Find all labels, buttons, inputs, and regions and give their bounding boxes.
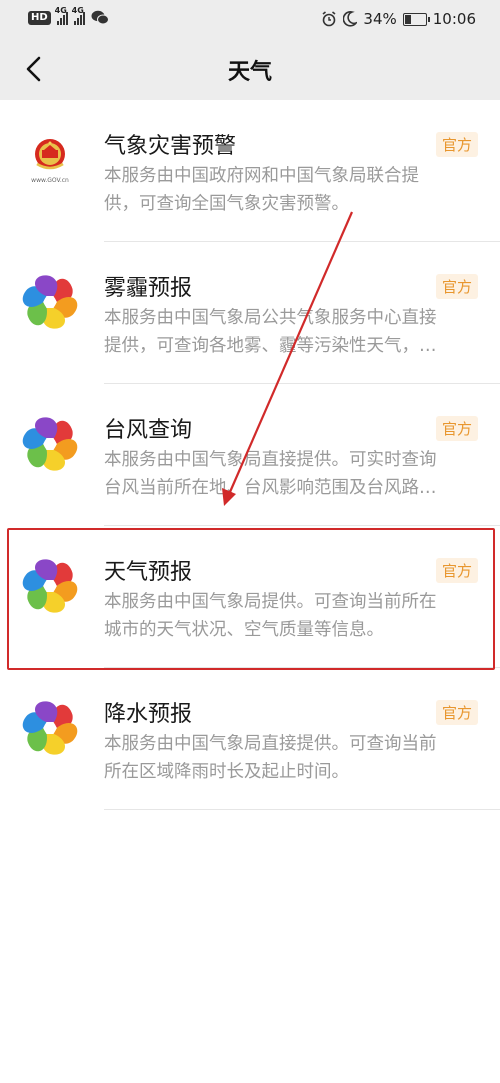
clock: 10:06	[432, 10, 476, 28]
description-line: 所在区域降雨时长及起止时间。	[104, 762, 349, 782]
gov-logo-text: www.GOV.cn	[31, 177, 69, 184]
official-badge: 官方	[435, 274, 478, 299]
description-line: 本服务由中国政府网和中国气象局联合提	[104, 166, 419, 186]
alarm-icon	[322, 11, 336, 27]
pinwheel-center	[44, 722, 56, 734]
description-line: 本服务由中国气象局直接提供。可实时查询	[104, 450, 437, 470]
moon-icon	[343, 11, 358, 27]
battery-icon	[402, 12, 430, 26]
page-title: 天气	[227, 60, 272, 85]
service-title: 雾霾预报	[104, 276, 193, 301]
service-title: 气象灾害预警	[104, 134, 237, 159]
weather-pinwheel-icon	[22, 417, 78, 471]
description-line: 本服务由中国气象局直接提供。可查询当前	[104, 734, 437, 754]
divider	[104, 809, 500, 810]
service-title: 台风查询	[104, 418, 193, 443]
official-badge: 官方	[435, 132, 478, 157]
hd-badge: HD	[28, 10, 51, 25]
service-item-disaster-warning[interactable]: www.GOV.cn 气象灾害预警 官方 本服务由中国政府网和中国气象局联合提 …	[0, 100, 500, 242]
pinwheel-center	[44, 438, 56, 450]
official-badge: 官方	[435, 416, 478, 441]
signal-icon: 4G	[55, 6, 68, 25]
description-line: 台风当前所在地、台风影响范围及台风路…	[104, 478, 437, 498]
wechat-icon	[91, 10, 109, 25]
official-badge: 官方	[435, 700, 478, 725]
service-item-precipitation-forecast[interactable]: 降水预报 官方 本服务由中国气象局直接提供。可查询当前 所在区域降雨时长及起止时…	[0, 668, 500, 810]
service-description: 本服务由中国气象局公共气象服务中心直接 提供，可查询各地雾、霾等污染性天气，…	[104, 304, 482, 360]
service-item-typhoon-query[interactable]: 台风查询 官方 本服务由中国气象局直接提供。可实时查询 台风当前所在地、台风影响…	[0, 384, 500, 526]
gov-emblem-icon: www.GOV.cn	[31, 139, 69, 184]
description-line: 供，可查询全国气象灾害预警。	[104, 194, 349, 214]
weather-pinwheel-icon	[22, 701, 78, 755]
signal-icon: 4G	[72, 6, 85, 25]
highlight-box	[7, 528, 495, 670]
pinwheel-center	[44, 296, 56, 308]
description-line: 提供，可查询各地雾、霾等污染性天气，…	[104, 336, 437, 356]
network-label: 4G	[71, 5, 84, 15]
description-line: 本服务由中国气象局公共气象服务中心直接	[104, 308, 437, 328]
service-description: 本服务由中国政府网和中国气象局联合提 供，可查询全国气象灾害预警。	[104, 162, 482, 218]
weather-pinwheel-icon	[22, 275, 78, 329]
service-description: 本服务由中国气象局直接提供。可查询当前 所在区域降雨时长及起止时间。	[104, 730, 482, 786]
network-label: 4G	[54, 5, 67, 15]
service-description: 本服务由中国气象局直接提供。可实时查询 台风当前所在地、台风影响范围及台风路…	[104, 446, 482, 502]
service-item-haze-forecast[interactable]: 雾霾预报 官方 本服务由中国气象局公共气象服务中心直接 提供，可查询各地雾、霾等…	[0, 242, 500, 384]
battery-percent: 34%	[363, 10, 397, 28]
nav-bar: 天气	[0, 38, 500, 100]
service-title: 降水预报	[104, 702, 193, 727]
status-bar: HD 4G 4G 34% 10:06	[0, 0, 500, 38]
